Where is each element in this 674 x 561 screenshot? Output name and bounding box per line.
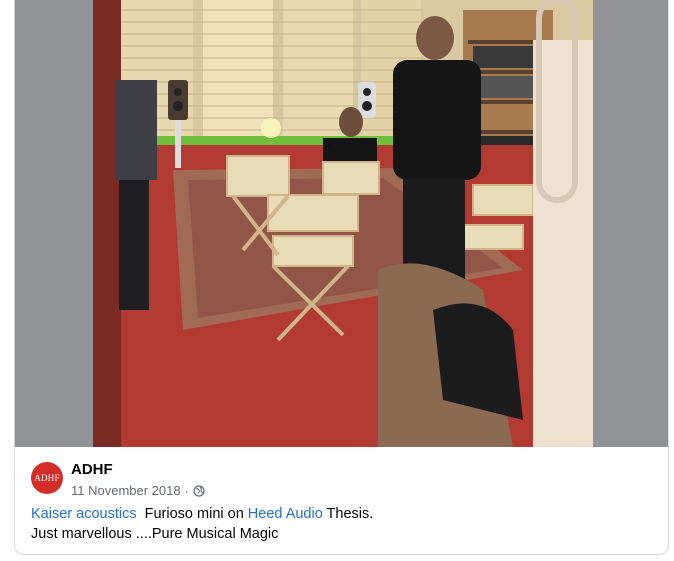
post-text: Kaiser acoustics Furioso mini on Heed Au… [31, 504, 652, 544]
link-heed-audio[interactable]: Heed Audio [248, 506, 323, 522]
author-name[interactable]: ADHF [71, 461, 113, 478]
text-segment-1: Furioso mini on [136, 506, 248, 522]
author-avatar[interactable]: ADHF [31, 462, 63, 494]
listening-room-photo [93, 0, 593, 447]
text-segment-2: Thesis. [322, 506, 374, 522]
post-text-line-2: Just marvellous ....Pure Musical Magic [31, 526, 279, 542]
post-card: ADHF ADHF 11 November 2018 · Kaiser acou… [14, 0, 669, 555]
post-photo[interactable] [93, 0, 593, 447]
link-kaiser-acoustics[interactable]: Kaiser acoustics [31, 506, 137, 522]
separator-dot: · [184, 483, 189, 498]
post-date[interactable]: 11 November 2018 [71, 483, 181, 498]
post-text-line-1: Kaiser acoustics Furioso mini on Heed Au… [31, 504, 652, 524]
avatar-label: ADHF [34, 473, 60, 483]
post-subtitle: 11 November 2018 · [71, 483, 205, 498]
globe-icon[interactable] [193, 484, 205, 497]
post-media[interactable] [15, 0, 668, 447]
